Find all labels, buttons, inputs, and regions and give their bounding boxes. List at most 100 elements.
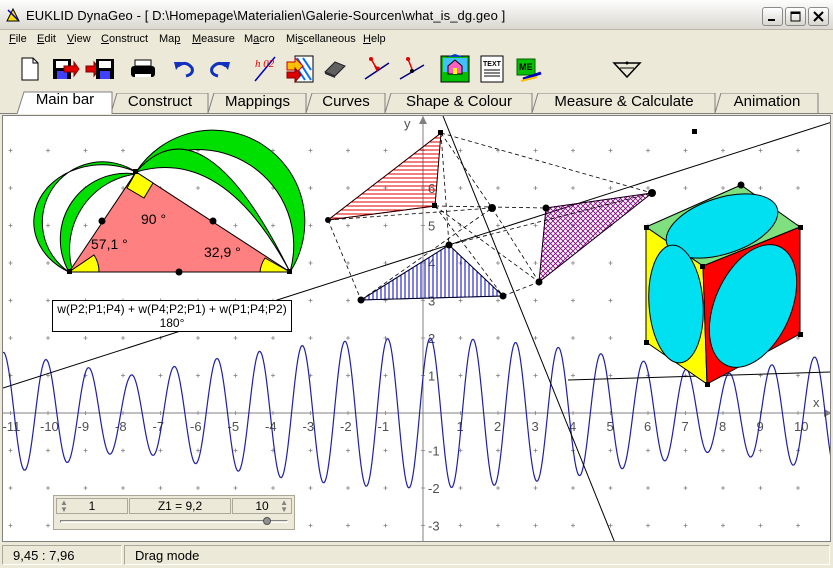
open-file-button[interactable] [50,54,80,84]
cube-vertex[interactable] [700,264,705,269]
point[interactable] [438,130,443,135]
redo-icon [210,61,230,78]
slider-min-field[interactable]: ▲ ▼ 1 [56,498,128,514]
spin-arrows-icon[interactable]: ▲ ▼ [60,499,68,514]
cube-vertex[interactable] [737,181,745,189]
midpoint-left-leg[interactable] [98,217,106,225]
menu-measure[interactable]: Measure [192,33,235,45]
trace-point-button[interactable] [362,54,392,84]
vertex-p2[interactable] [287,269,292,274]
point[interactable] [432,203,437,208]
minimize-button[interactable] [762,7,783,26]
save-file-button[interactable] [85,54,115,84]
grid-point [496,523,500,528]
vertex-p1[interactable] [67,269,72,274]
grid-point [346,523,350,528]
grid-point [308,223,313,228]
redo-button[interactable] [205,54,235,84]
grid-point [196,336,200,340]
midpoint-hypotenuse[interactable] [175,268,183,276]
grid-point [608,261,613,265]
grid-point [683,523,688,528]
tab-measure-calculate[interactable]: Measure & Calculate [532,93,716,113]
point[interactable] [692,129,697,134]
spin-arrows-icon[interactable]: ▲ ▼ [280,499,288,514]
menu-map[interactable]: Map [159,33,180,45]
cube-vertex[interactable] [644,225,649,230]
tab-mappings[interactable]: Mappings [208,93,307,113]
tab-construct[interactable]: Construct [111,93,209,113]
menu-macro[interactable]: Macro [244,33,275,45]
center-point[interactable] [488,204,496,212]
trace-point-icon [364,57,390,80]
tab-shape-colour[interactable]: Shape & Colour [385,93,533,113]
slider-max-field[interactable]: 10 ▲ ▼ [232,498,292,514]
grid-point [83,223,88,228]
new-file-button[interactable] [15,54,45,84]
y-tick-label: -1 [428,444,440,459]
eraser-button[interactable] [320,54,350,84]
grid-point [533,261,538,265]
cube-vertex[interactable] [798,225,803,230]
grid-point [571,298,575,303]
menu-edit[interactable]: Edit [37,33,56,45]
slider-track[interactable] [60,520,288,523]
tab-curves[interactable]: Curves [306,93,386,113]
grid-point [608,148,613,153]
point[interactable] [535,278,543,286]
grid-point [758,486,763,490]
image-button[interactable] [440,54,470,84]
tab-main-bar[interactable]: Main bar [17,91,113,115]
grid-point [758,186,763,190]
drag-mode-icon [612,61,642,79]
cube-vertex[interactable] [798,332,803,337]
parameter-slider[interactable]: ▲ ▼ 1 Z1 = 9,2 10 ▲ ▼ [53,495,295,530]
eraser-icon [324,61,346,78]
grid-point [8,523,13,528]
grid-point [158,373,163,378]
cube-vertex[interactable] [644,340,649,345]
text-button[interactable]: TEXT [477,54,507,84]
x-tick-label: -10 [40,419,59,434]
x-tick-label: -1 [378,419,390,434]
show-hide-button[interactable]: h 02 [250,54,280,84]
x-tick-label: 6 [644,419,651,434]
point[interactable] [542,204,550,212]
print-button[interactable] [128,54,158,84]
grid-point [233,373,238,378]
style-colour-button[interactable] [285,54,315,84]
maximize-button[interactable] [785,7,806,26]
point[interactable] [648,189,656,197]
tab-animation[interactable]: Animation [715,93,819,113]
main-toolbar: h 02 TEXT ME [0,50,833,90]
drag-mode-button[interactable] [612,54,642,84]
grid-point [683,448,688,453]
point[interactable] [357,296,365,304]
point[interactable] [445,241,453,249]
menu-view[interactable]: View [67,33,91,45]
undo-button[interactable] [169,54,199,84]
grid-point [608,448,613,453]
point[interactable] [499,292,507,300]
macro-button[interactable]: ME [514,54,544,84]
grid-point [571,336,575,340]
title-bar: EUKLID DynaGeo - [ D:\Homepage\Materiali… [0,0,833,30]
close-button[interactable] [808,7,829,26]
menu-miscellaneous[interactable]: Miscellaneous [286,33,356,45]
animate-point-button[interactable] [397,54,427,84]
vertex-p4[interactable] [133,169,138,174]
menu-construct[interactable]: Construct [101,33,148,45]
grid-point [571,186,575,190]
point[interactable] [325,217,331,223]
grid-point [533,298,538,303]
midpoint-right-leg[interactable] [209,217,217,225]
thales-figure: 90 ° 57,1 ° 32,9 ° [33,129,306,276]
menu-file[interactable]: File [9,33,27,45]
angle-sum-formula[interactable]: w(P2;P1;P4) + w(P4;P2;P1) + w(P1;P4;P2) … [52,300,292,332]
cube-vertex[interactable] [705,382,710,387]
formula-expression: w(P2;P1;P4) + w(P4;P2;P1) + w(P1;P4;P2) [57,302,287,316]
drawing-canvas[interactable]: -11-10-9-8-7-6-5-4-3-2-11234567891065432… [2,115,831,542]
menu-help[interactable]: Help [363,33,386,45]
slider-thumb[interactable] [263,517,272,525]
grid-point [83,148,88,153]
